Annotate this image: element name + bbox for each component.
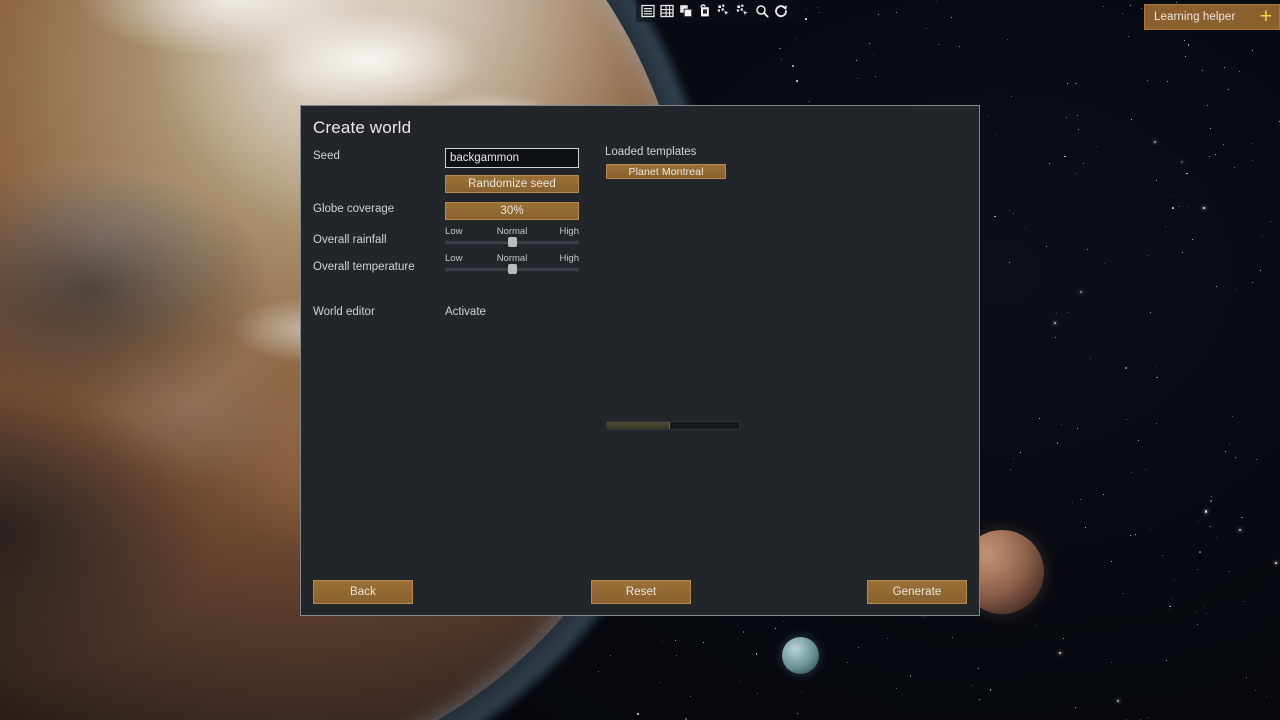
loaded-templates-label: Loaded templates	[605, 146, 697, 158]
table-view-icon[interactable]	[659, 3, 675, 19]
learning-helper-panel[interactable]: Learning helper +	[1144, 4, 1280, 30]
plus-icon[interactable]: +	[1260, 6, 1272, 27]
world-editor-activate-button[interactable]: Activate	[445, 306, 486, 318]
world-editor-label: World editor	[313, 306, 375, 318]
generate-button[interactable]: Generate	[867, 580, 967, 604]
copy-layers-icon[interactable]	[678, 3, 694, 19]
temperature-tick-high: High	[559, 253, 579, 264]
rainfall-tick-mid: Normal	[496, 226, 528, 237]
overall-rainfall-slider[interactable]: Low Normal High	[445, 226, 579, 248]
globe-coverage-label: Globe coverage	[313, 203, 395, 215]
generation-progress-bar	[606, 421, 740, 430]
randomize-seed-button[interactable]: Randomize seed	[445, 175, 579, 193]
globe-coverage-value[interactable]: 30%	[445, 202, 579, 220]
learning-helper-label: Learning helper	[1154, 11, 1236, 23]
back-button[interactable]: Back	[313, 580, 413, 604]
overall-rainfall-label: Overall rainfall	[313, 234, 387, 246]
sparkle-cursor-alt-icon[interactable]	[735, 3, 751, 19]
seed-label: Seed	[313, 150, 340, 162]
temperature-slider-handle[interactable]	[508, 264, 517, 274]
rainfall-tick-high: High	[559, 226, 579, 237]
list-view-icon[interactable]	[640, 3, 656, 19]
reset-button[interactable]: Reset	[591, 580, 691, 604]
overall-temperature-slider[interactable]: Low Normal High	[445, 253, 579, 275]
overall-temperature-label: Overall temperature	[313, 261, 415, 273]
temperature-tick-mid: Normal	[496, 253, 528, 264]
search-icon[interactable]	[754, 3, 770, 19]
create-world-dialog: Create world Seed Randomize seed Globe c…	[300, 105, 980, 616]
temperature-tick-low: Low	[445, 253, 463, 264]
generation-progress-fill	[607, 422, 671, 429]
rainfall-tick-low: Low	[445, 226, 463, 237]
dev-toolbar	[636, 0, 793, 22]
refresh-icon[interactable]	[773, 3, 789, 19]
teal-moon	[782, 637, 819, 674]
template-item-planet-montreal[interactable]: Planet Montreal	[606, 164, 726, 179]
seed-input[interactable]	[445, 148, 579, 168]
page-title: Create world	[313, 118, 412, 137]
rainfall-slider-handle[interactable]	[508, 237, 517, 247]
sparkle-cursor-icon[interactable]	[716, 3, 732, 19]
paste-icon[interactable]	[697, 3, 713, 19]
game-screen: Learning helper + Create world Seed Rand…	[0, 0, 1280, 720]
